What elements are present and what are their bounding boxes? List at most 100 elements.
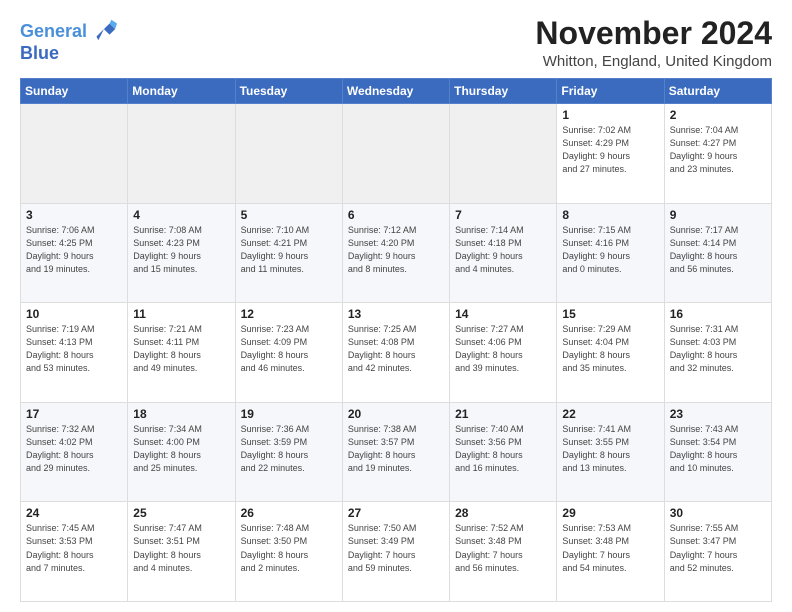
day-number: 10 [26,307,122,321]
calendar-cell: 22Sunrise: 7:41 AM Sunset: 3:55 PM Dayli… [557,402,664,502]
calendar-cell: 27 Sunrise: 7:50 AM Sunset: 3:49 PM Dayli… [342,502,449,602]
day-info: Sunrise: 7:27 AM Sunset: 4:06 PM Dayligh… [455,323,551,375]
calendar-cell [235,104,342,204]
day-info: Sunrise: 7:40 AM Sunset: 3:56 PM Dayligh… [455,423,551,475]
logo-text: General [20,22,87,42]
day-info: Sunrise: 7:23 AM Sunset: 4:09 PM Dayligh… [241,323,337,375]
day-number: 26 [241,506,337,520]
calendar-cell: 1 Sunrise: 7:02 AM Sunset: 4:29 PM Daylig… [557,104,664,204]
day-info: Sunrise: 7:52 AM Sunset: 3:48 PM Dayligh… [455,522,551,574]
calendar-week-row: 17 Sunrise: 7:32 AM Sunset: 4:02 PM Dayli… [21,402,772,502]
header-friday: Friday [557,79,664,104]
header-tuesday: Tuesday [235,79,342,104]
header-thursday: Thursday [450,79,557,104]
day-number: 2 [670,108,766,122]
day-info: Sunrise: 7:48 AM Sunset: 3:50 PM Dayligh… [241,522,337,574]
header-wednesday: Wednesday [342,79,449,104]
calendar-week-row: 1 Sunrise: 7:02 AM Sunset: 4:29 PM Daylig… [21,104,772,204]
day-info: Sunrise: 7:17 AM Sunset: 4:14 PM Dayligh… [670,224,766,276]
calendar-cell [21,104,128,204]
logo: General Blue [20,20,117,64]
calendar-cell [342,104,449,204]
day-info: Sunrise: 7:25 AM Sunset: 4:08 PM Dayligh… [348,323,444,375]
day-number: 29 [562,506,658,520]
day-info: Sunrise: 7:34 AM Sunset: 4:00 PM Dayligh… [133,423,229,475]
day-number: 19 [241,407,337,421]
day-number: 20 [348,407,444,421]
location: Whitton, England, United Kingdom [535,53,772,70]
calendar-cell: 15 Sunrise: 7:29 AM Sunset: 4:04 PM Dayli… [557,303,664,403]
calendar-cell: 28 Sunrise: 7:52 AM Sunset: 3:48 PM Dayli… [450,502,557,602]
calendar-week-row: 3 Sunrise: 7:06 AM Sunset: 4:25 PM Daylig… [21,203,772,303]
day-number: 13 [348,307,444,321]
calendar-cell: 9 Sunrise: 7:17 AM Sunset: 4:14 PM Daylig… [664,203,771,303]
day-number: 23 [670,407,766,421]
calendar-cell: 21 Sunrise: 7:40 AM Sunset: 3:56 PM Dayli… [450,402,557,502]
day-info: Sunrise: 7:50 AM Sunset: 3:49 PM Dayligh… [348,522,444,574]
calendar-cell: 7Sunrise: 7:14 AM Sunset: 4:18 PM Daylig… [450,203,557,303]
title-block: November 2024 Whitton, England, United K… [535,16,772,70]
calendar-cell: 16Sunrise: 7:31 AM Sunset: 4:03 PM Dayli… [664,303,771,403]
header-monday: Monday [128,79,235,104]
day-number: 14 [455,307,551,321]
day-info: Sunrise: 7:29 AM Sunset: 4:04 PM Dayligh… [562,323,658,375]
calendar-week-row: 24 Sunrise: 7:45 AM Sunset: 3:53 PM Dayli… [21,502,772,602]
calendar-cell: 14 Sunrise: 7:27 AM Sunset: 4:06 PM Dayli… [450,303,557,403]
day-number: 5 [241,208,337,222]
day-number: 27 [348,506,444,520]
day-number: 24 [26,506,122,520]
calendar-cell: 18Sunrise: 7:34 AM Sunset: 4:00 PM Dayli… [128,402,235,502]
calendar-cell: 11Sunrise: 7:21 AM Sunset: 4:11 PM Dayli… [128,303,235,403]
calendar-cell: 24 Sunrise: 7:45 AM Sunset: 3:53 PM Dayli… [21,502,128,602]
day-number: 8 [562,208,658,222]
month-title: November 2024 [535,16,772,51]
header-sunday: Sunday [21,79,128,104]
day-info: Sunrise: 7:12 AM Sunset: 4:20 PM Dayligh… [348,224,444,276]
calendar-cell: 30Sunrise: 7:55 AM Sunset: 3:47 PM Dayli… [664,502,771,602]
day-info: Sunrise: 7:45 AM Sunset: 3:53 PM Dayligh… [26,522,122,574]
day-info: Sunrise: 7:19 AM Sunset: 4:13 PM Dayligh… [26,323,122,375]
day-number: 9 [670,208,766,222]
day-info: Sunrise: 7:36 AM Sunset: 3:59 PM Dayligh… [241,423,337,475]
day-number: 28 [455,506,551,520]
day-number: 7 [455,208,551,222]
day-number: 1 [562,108,658,122]
day-number: 17 [26,407,122,421]
day-info: Sunrise: 7:10 AM Sunset: 4:21 PM Dayligh… [241,224,337,276]
calendar-cell: 5 Sunrise: 7:10 AM Sunset: 4:21 PM Daylig… [235,203,342,303]
calendar-cell: 2Sunrise: 7:04 AM Sunset: 4:27 PM Daylig… [664,104,771,204]
calendar-cell: 20 Sunrise: 7:38 AM Sunset: 3:57 PM Dayli… [342,402,449,502]
calendar-cell [128,104,235,204]
day-info: Sunrise: 7:53 AM Sunset: 3:48 PM Dayligh… [562,522,658,574]
day-number: 15 [562,307,658,321]
day-info: Sunrise: 7:08 AM Sunset: 4:23 PM Dayligh… [133,224,229,276]
calendar-cell: 12 Sunrise: 7:23 AM Sunset: 4:09 PM Dayli… [235,303,342,403]
day-info: Sunrise: 7:38 AM Sunset: 3:57 PM Dayligh… [348,423,444,475]
calendar-cell: 29 Sunrise: 7:53 AM Sunset: 3:48 PM Dayli… [557,502,664,602]
calendar-cell: 8 Sunrise: 7:15 AM Sunset: 4:16 PM Daylig… [557,203,664,303]
day-number: 11 [133,307,229,321]
day-number: 3 [26,208,122,222]
day-info: Sunrise: 7:32 AM Sunset: 4:02 PM Dayligh… [26,423,122,475]
calendar-cell: 6Sunrise: 7:12 AM Sunset: 4:20 PM Daylig… [342,203,449,303]
logo-icon [89,16,117,44]
calendar-cell: 26 Sunrise: 7:48 AM Sunset: 3:50 PM Dayli… [235,502,342,602]
day-info: Sunrise: 7:02 AM Sunset: 4:29 PM Dayligh… [562,124,658,176]
day-info: Sunrise: 7:47 AM Sunset: 3:51 PM Dayligh… [133,522,229,574]
day-number: 21 [455,407,551,421]
day-number: 4 [133,208,229,222]
day-number: 16 [670,307,766,321]
calendar-table: Sunday Monday Tuesday Wednesday Thursday… [20,78,772,602]
calendar-cell: 3 Sunrise: 7:06 AM Sunset: 4:25 PM Daylig… [21,203,128,303]
day-info: Sunrise: 7:15 AM Sunset: 4:16 PM Dayligh… [562,224,658,276]
day-number: 12 [241,307,337,321]
header-saturday: Saturday [664,79,771,104]
calendar-cell: 13 Sunrise: 7:25 AM Sunset: 4:08 PM Dayli… [342,303,449,403]
day-number: 22 [562,407,658,421]
logo-text2: Blue [20,44,117,64]
header: General Blue November 2024 Whitton, Engl… [20,16,772,70]
day-info: Sunrise: 7:06 AM Sunset: 4:25 PM Dayligh… [26,224,122,276]
page: General Blue November 2024 Whitton, Engl… [0,0,792,612]
day-number: 30 [670,506,766,520]
calendar-cell: 25Sunrise: 7:47 AM Sunset: 3:51 PM Dayli… [128,502,235,602]
